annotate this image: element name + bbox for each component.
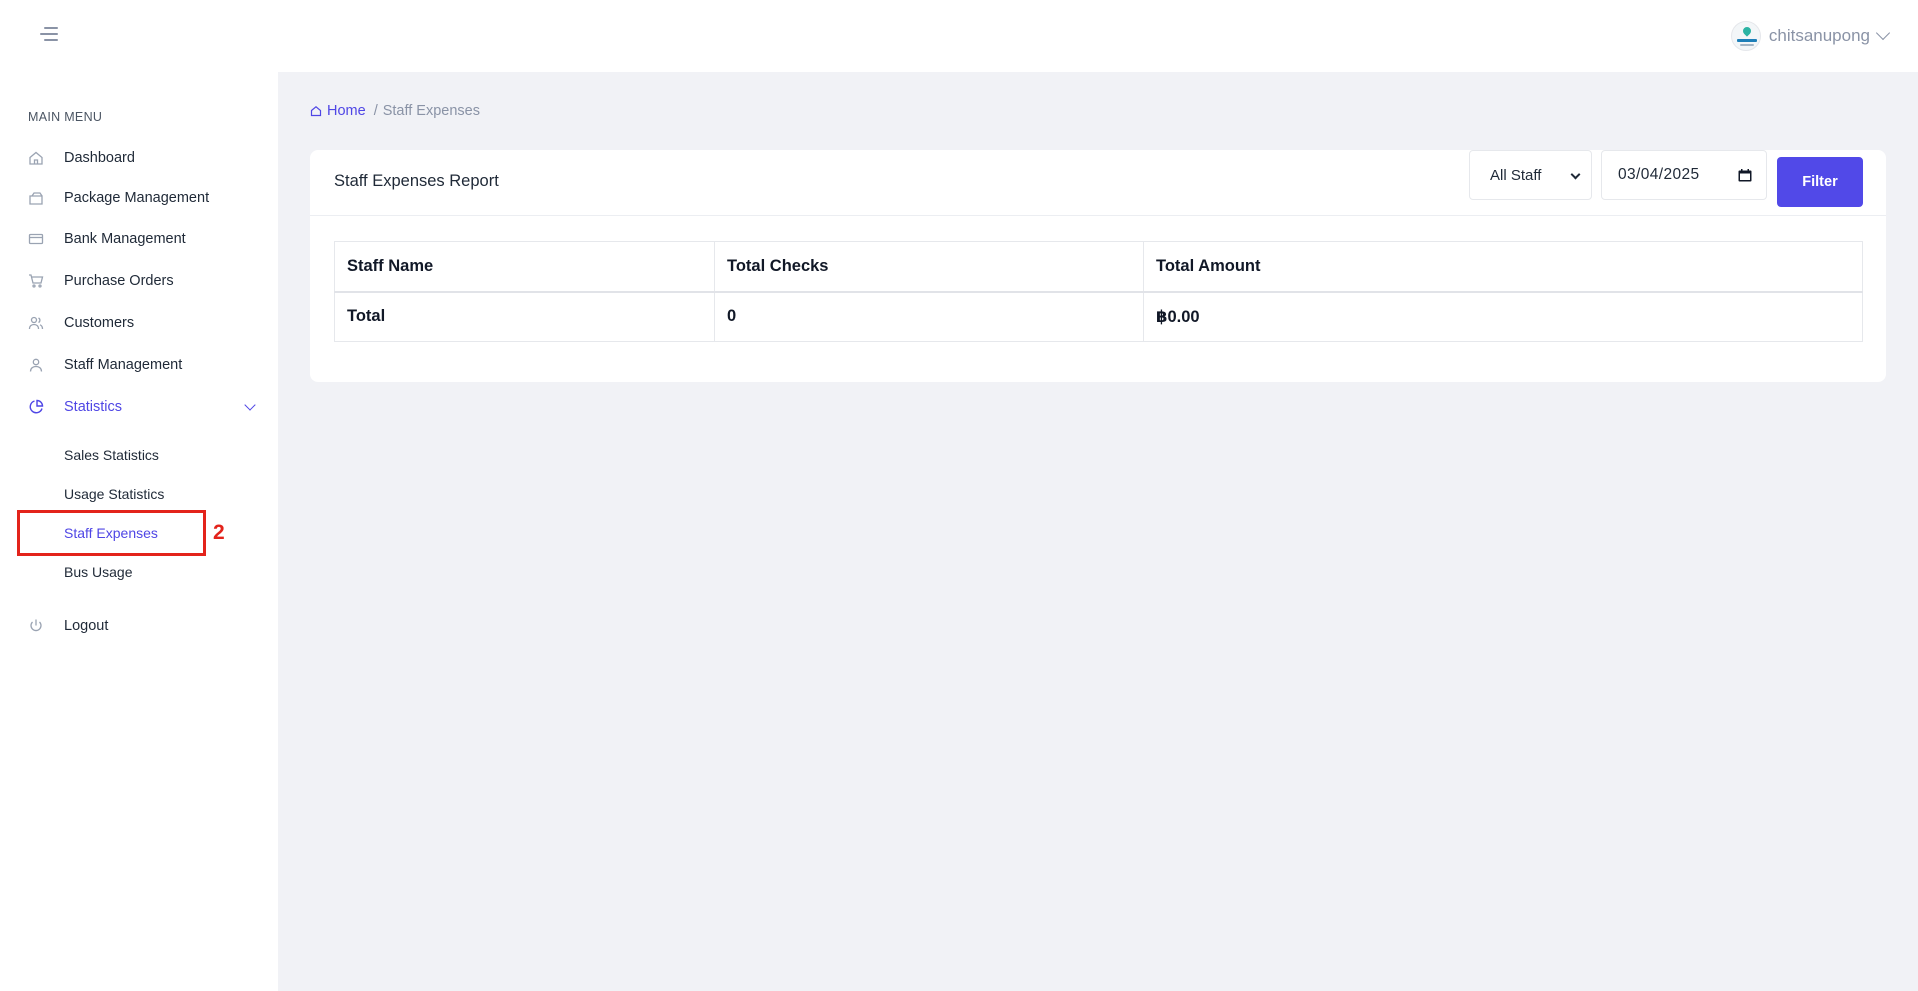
sidebar-item-label: Customers	[64, 315, 135, 331]
users-icon	[28, 315, 44, 331]
sidebar-item-label: Statistics	[64, 399, 123, 415]
calendar-icon[interactable]	[1738, 169, 1752, 182]
date-input[interactable]: 03/04/2025	[1601, 150, 1767, 200]
table-header-row: Staff Name Total Checks Total Amount	[334, 241, 1863, 293]
power-icon	[28, 618, 44, 634]
sidebar-subitem-bus-usage[interactable]: Bus Usage	[64, 561, 132, 583]
sidebar-subitem-sales-statistics[interactable]: Sales Statistics	[64, 444, 159, 466]
staff-select[interactable]: All Staff	[1469, 150, 1592, 200]
column-header-staff-name: Staff Name	[334, 241, 715, 293]
filter-button[interactable]: Filter	[1777, 157, 1863, 207]
home-icon	[28, 150, 44, 166]
sidebar-item-label: Logout	[64, 618, 109, 634]
sidebar-item-label: Dashboard	[64, 150, 135, 166]
user-icon	[28, 357, 44, 373]
total-label-cell: Total	[334, 291, 715, 342]
card-divider	[310, 215, 1886, 216]
package-icon	[28, 190, 44, 206]
chevron-down-icon	[1570, 169, 1581, 180]
user-menu[interactable]: chitsanupong	[1730, 20, 1891, 52]
breadcrumb: Home / Staff Expenses	[310, 101, 480, 121]
sidebar-item-package-management[interactable]: Package Management	[28, 186, 256, 210]
hamburger-icon[interactable]	[38, 27, 58, 43]
sidebar-item-label: Bank Management	[64, 231, 186, 247]
chevron-down-icon	[244, 399, 256, 411]
sidebar-item-label: Staff Management	[64, 357, 183, 373]
credit-card-icon	[28, 231, 44, 247]
sidebar-item-staff-management[interactable]: Staff Management	[28, 353, 256, 377]
breadcrumb-current: Staff Expenses	[382, 103, 480, 119]
sidebar-item-logout[interactable]: Logout	[28, 614, 256, 638]
sidebar-subitem-usage-statistics[interactable]: Usage Statistics	[64, 483, 164, 505]
home-icon	[310, 106, 322, 117]
breadcrumb-home-link[interactable]: Home	[327, 103, 366, 119]
column-header-total-checks: Total Checks	[714, 241, 1144, 293]
annotation-highlight-box	[17, 510, 206, 556]
sidebar-item-customers[interactable]: Customers	[28, 311, 256, 335]
avatar	[1730, 21, 1761, 51]
breadcrumb-separator: /	[373, 103, 378, 119]
sidebar-item-label: Purchase Orders	[64, 273, 174, 289]
annotation-marker: 2	[213, 521, 225, 544]
card-title: Staff Expenses Report	[334, 172, 499, 190]
cart-icon	[28, 273, 44, 289]
sidebar-item-purchase-orders[interactable]: Purchase Orders	[28, 269, 256, 293]
report-card: Staff Expenses Report All Staff 03/04/20…	[310, 150, 1886, 382]
top-bar: chitsanupong	[0, 0, 1918, 72]
table-row-total: Total 0 ฿0.00	[334, 291, 1863, 342]
staff-select-value: All Staff	[1490, 166, 1542, 184]
column-header-total-amount: Total Amount	[1143, 241, 1863, 293]
staff-expenses-table: Staff Name Total Checks Total Amount Tot…	[334, 241, 1863, 342]
chevron-down-icon	[1875, 25, 1891, 41]
total-amount-cell: ฿0.00	[1143, 291, 1863, 342]
sidebar-item-bank-management[interactable]: Bank Management	[28, 227, 256, 251]
sidebar-item-dashboard[interactable]: Dashboard	[28, 146, 256, 170]
date-input-value: 03/04/2025	[1618, 166, 1700, 183]
pie-chart-icon	[28, 399, 44, 415]
sidebar-item-label: Package Management	[64, 190, 210, 206]
username: chitsanupong	[1768, 26, 1870, 45]
total-checks-cell: 0	[714, 291, 1144, 342]
sidebar-item-statistics[interactable]: Statistics	[28, 395, 256, 419]
menu-section-title: MAIN MENU	[28, 110, 103, 124]
